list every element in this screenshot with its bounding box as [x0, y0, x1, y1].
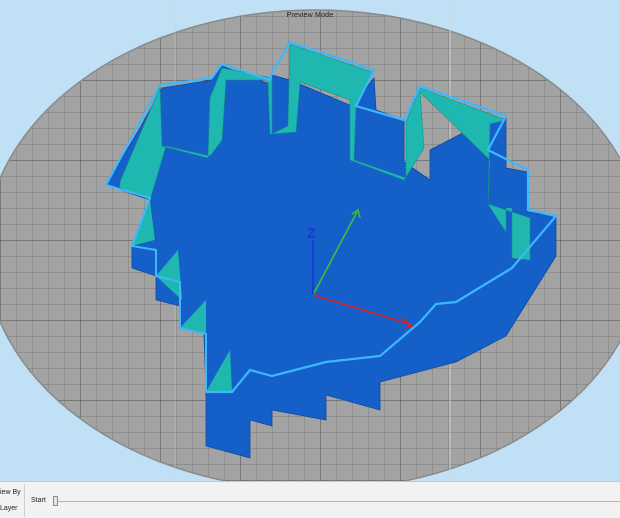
start-label: Start: [31, 497, 46, 504]
layer-slider-handle[interactable]: [53, 496, 58, 506]
view-by-label: iew By: [0, 489, 21, 496]
3d-preview-viewport[interactable]: Z Preview Mode: [0, 0, 620, 481]
preview-mode-label: Preview Mode: [286, 12, 334, 19]
layer-controls-bar: [0, 481, 620, 518]
build-plate-scene: Z: [0, 0, 620, 481]
panel-divider: [24, 484, 25, 517]
view-by-layer-option[interactable]: Layer: [0, 505, 18, 512]
layer-slider-track[interactable]: [53, 501, 620, 502]
z-axis-label: Z: [307, 225, 316, 241]
